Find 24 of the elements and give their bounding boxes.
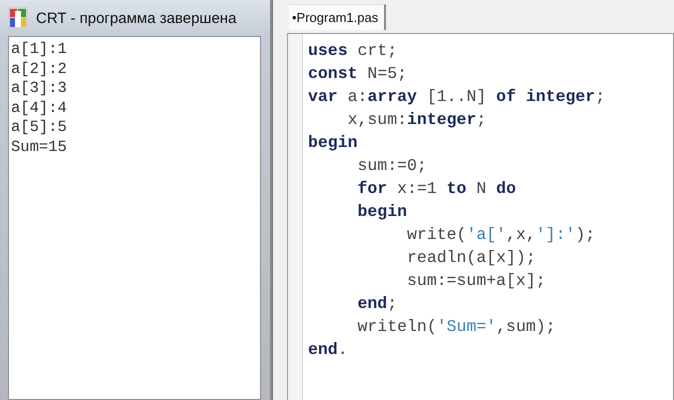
code-line: end; [356, 294, 398, 313]
code-line: var a:array [1..N] of integer; [308, 87, 606, 106]
code-editor[interactable]: uses crt; const N=5; var a:array [1..N] of integer; x,sum:integer; begin sum:=0; for x:=1 to N do begin write('a[',x,']:'); readln(a[x]); sum:=sum+a[x]; end; writeln('Sum=',sum); end. [287, 33, 674, 400]
code-line: sum:=sum+a[x]; [406, 271, 546, 290]
code-line: end. [308, 340, 348, 359]
output-line: a[2]:2 [11, 60, 67, 78]
code-line: writeln('Sum=',sum); [356, 317, 556, 336]
code-line: sum:=0; [356, 156, 427, 175]
window-title: CRT - программа завершена [36, 10, 236, 26]
code-line: begin [356, 202, 408, 221]
app-icon [8, 7, 28, 29]
code-line: for x:=1 to N do [356, 179, 516, 198]
output-line: Sum=15 [11, 138, 67, 156]
code-line: x,sum:integer; [346, 110, 486, 129]
output-line: a[1]:1 [11, 40, 67, 58]
code-line: begin [308, 133, 358, 152]
output-line: a[5]:5 [11, 118, 67, 136]
code-line: uses crt; [308, 41, 398, 60]
output-line: a[3]:3 [11, 79, 67, 97]
code-line: const N=5; [308, 64, 408, 83]
code-line: write('a[',x,']:'); [406, 225, 596, 244]
code-line: readln(a[x]); [406, 248, 536, 267]
file-tab[interactable]: •Program1.pas [289, 4, 386, 30]
output-line: a[4]:4 [11, 98, 67, 116]
